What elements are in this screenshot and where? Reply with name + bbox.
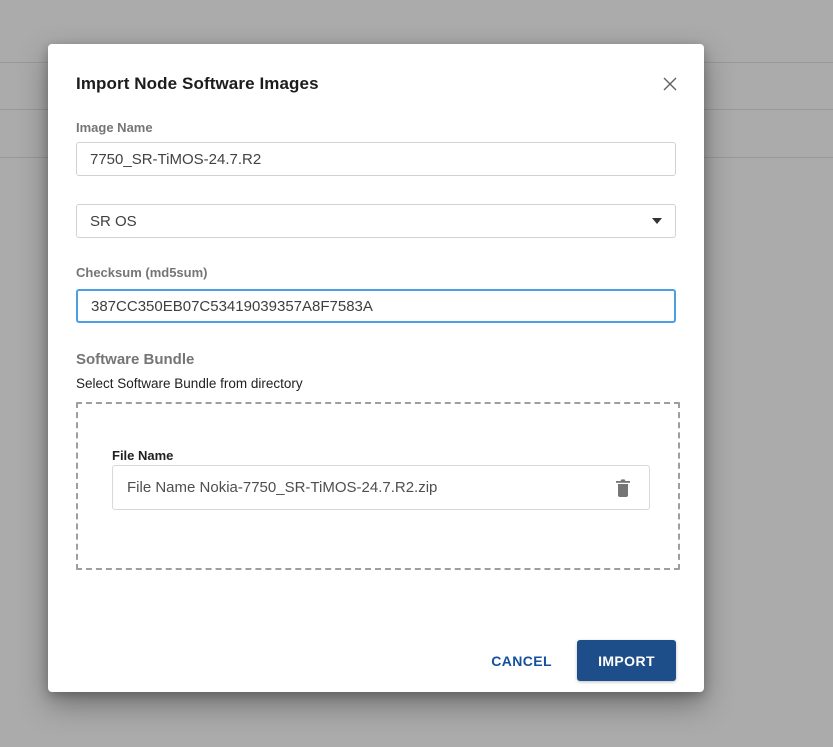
chevron-down-icon [652,218,662,224]
software-bundle-dropzone[interactable]: File Name File Name Nokia-7750_SR-TiMOS-… [76,402,680,570]
os-type-select[interactable]: SR OS [76,204,676,238]
os-type-selected-value: SR OS [90,213,137,230]
close-icon [663,77,677,91]
selected-file-name: File Name Nokia-7750_SR-TiMOS-24.7.R2.zi… [127,479,437,496]
selected-file-row: File Name Nokia-7750_SR-TiMOS-24.7.R2.zi… [112,465,650,510]
file-name-label: File Name [112,448,173,463]
delete-file-button[interactable] [611,476,635,500]
trash-icon [615,478,631,497]
dialog-title: Import Node Software Images [76,74,319,94]
import-node-software-images-dialog: Import Node Software Images Image Name S… [48,44,704,692]
software-bundle-label: Software Bundle [76,351,194,368]
dialog-actions: CANCEL IMPORT [466,640,676,681]
cancel-button[interactable]: CANCEL [466,640,577,681]
image-name-label: Image Name [76,120,153,135]
software-bundle-hint: Select Software Bundle from directory [76,376,303,391]
image-name-input[interactable] [76,142,676,176]
close-button[interactable] [656,70,684,98]
checksum-label: Checksum (md5sum) [76,265,207,280]
checksum-input[interactable] [76,289,676,323]
import-button[interactable]: IMPORT [577,640,676,681]
